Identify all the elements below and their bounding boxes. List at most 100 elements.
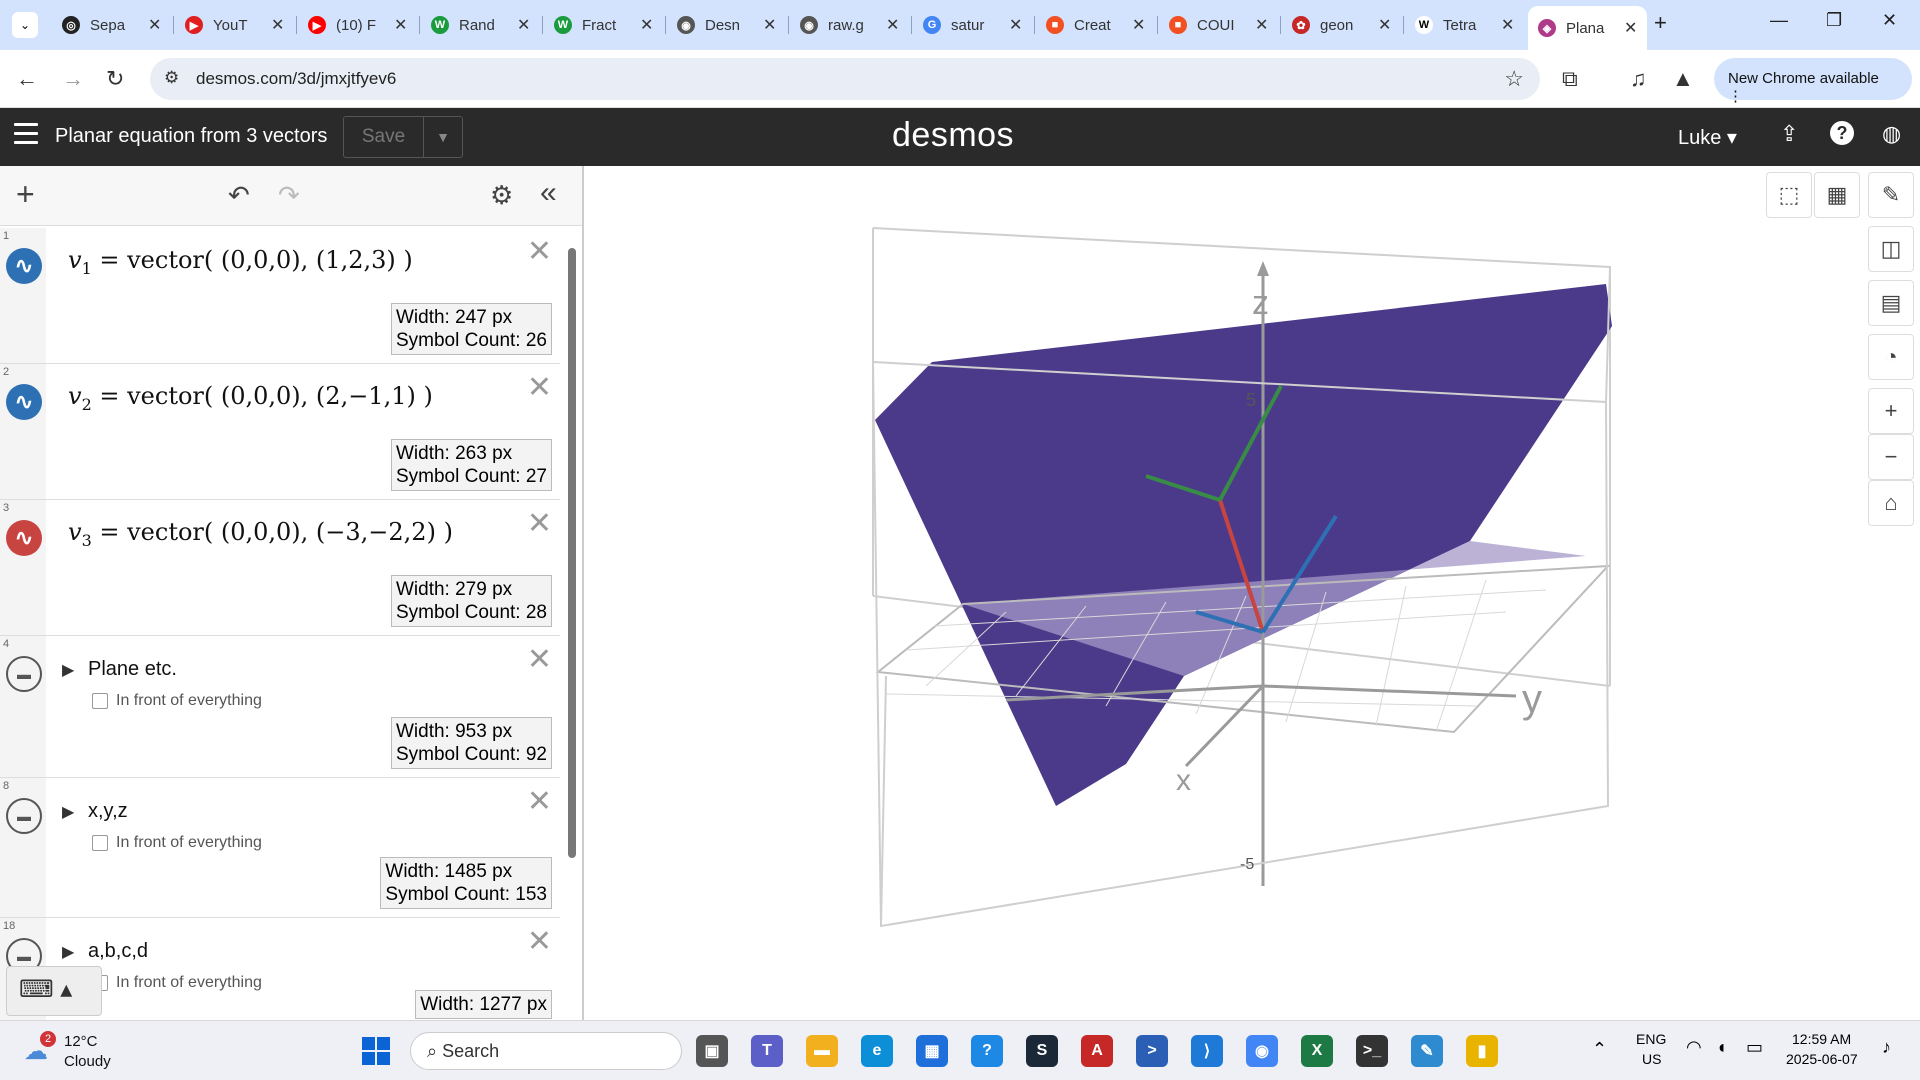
folder-item[interactable]: 8 ▬ ▶ x,y,z In front of everything ✕ Width: 14… — [0, 778, 560, 918]
tab-close-icon[interactable]: ✕ — [1624, 18, 1637, 38]
arch-app-icon[interactable]: A — [1081, 1035, 1113, 1067]
redo-icon[interactable]: ↷ — [278, 180, 300, 211]
delete-expression-icon[interactable]: ✕ — [527, 370, 552, 405]
folder-icon[interactable]: ▬ — [6, 798, 42, 834]
tab-close-icon[interactable]: ✕ — [394, 15, 407, 35]
folder-item[interactable]: 4 ▬ ▶ Plane etc. In front of everything ✕ Widt… — [0, 636, 560, 778]
help-app-icon[interactable]: ? — [971, 1035, 1003, 1067]
browser-tab[interactable]: ■ COUI ✕ — [1159, 8, 1278, 42]
browser-tab[interactable]: ■ Creat ✕ — [1036, 8, 1155, 42]
weather-widget[interactable]: ☁ 2 12°C Cloudy — [20, 1031, 150, 1073]
menu-icon[interactable] — [14, 123, 38, 150]
minimize-icon[interactable]: — — [1770, 10, 1788, 31]
scrollbar-thumb[interactable] — [568, 248, 576, 858]
expression-item[interactable]: 2 ∿ v2 = vector( (0,0,0), (2,−1,1) ) ✕ Width… — [0, 364, 560, 500]
folder-icon[interactable]: ▬ — [6, 656, 42, 692]
start-button[interactable] — [362, 1037, 390, 1065]
browser-tab[interactable]: Gsatur ✕ — [913, 8, 1032, 42]
tab-close-icon[interactable]: ✕ — [763, 15, 776, 35]
notification-icon[interactable]: ♪ — [1882, 1037, 1891, 1058]
task-view-icon[interactable]: ▣ — [696, 1035, 728, 1067]
graph-3d-svg[interactable]: z y x 5 -5 — [586, 166, 1920, 1020]
excel-icon[interactable]: X — [1301, 1035, 1333, 1067]
close-window-icon[interactable]: ✕ — [1882, 10, 1897, 31]
wrench-icon[interactable]: ✎ — [1868, 172, 1914, 218]
power-bi-icon[interactable]: ▮ — [1466, 1035, 1498, 1067]
reload-icon[interactable]: ↻ — [106, 66, 124, 92]
tab-close-icon[interactable]: ✕ — [1009, 15, 1022, 35]
tab-close-icon[interactable]: ✕ — [148, 15, 161, 35]
powershell-icon[interactable]: > — [1136, 1035, 1168, 1067]
graph-color-icon[interactable]: ∿ — [6, 520, 42, 556]
taskbar-search[interactable]: ⌕ Search — [410, 1032, 682, 1070]
tab-close-icon[interactable]: ✕ — [1255, 15, 1268, 35]
browser-tab[interactable]: W Fract ✕ — [544, 8, 663, 42]
profile-icon[interactable]: ▲ — [1672, 66, 1694, 92]
share-icon[interactable]: ⇪ — [1780, 121, 1798, 147]
home-icon[interactable]: ⌂ — [1868, 480, 1914, 526]
projection-3d-icon[interactable]: ⬚ — [1766, 172, 1812, 218]
tab-close-icon[interactable]: ✕ — [1132, 15, 1145, 35]
tab-close-icon[interactable]: ✕ — [1501, 15, 1514, 35]
add-item-icon[interactable]: + — [16, 176, 35, 213]
checkbox-box[interactable] — [92, 693, 108, 709]
expression-scrollbar[interactable] — [566, 232, 578, 1012]
paint-icon[interactable]: ✎ — [1411, 1035, 1443, 1067]
keyboard-toggle-button[interactable]: ⌨ ▴ — [6, 966, 102, 1016]
browser-tab[interactable]: ◉ Desn ✕ — [667, 8, 786, 42]
edge-icon[interactable]: e — [861, 1035, 893, 1067]
zoom-in-icon[interactable]: + — [1868, 388, 1914, 434]
film-icon[interactable]: ▤ — [1868, 280, 1914, 326]
graph-title[interactable]: Planar equation from 3 vectors — [55, 125, 327, 148]
browser-tab[interactable]: ◎ Sepa ✕ — [52, 8, 171, 42]
graph-color-icon[interactable]: ∿ — [6, 248, 42, 284]
browser-tab[interactable]: ✿ geon ✕ — [1282, 8, 1401, 42]
browser-tab[interactable]: ▶ (10) F ✕ — [298, 8, 417, 42]
pie-chart-icon[interactable]: ◔ — [1868, 334, 1914, 380]
browser-tab[interactable]: ▶ YouT ✕ — [175, 8, 294, 42]
save-dropdown-icon[interactable]: ▼ — [424, 117, 462, 157]
expression-latex[interactable]: v3 = vector( (0,0,0), (−3,−2,2) ) — [68, 518, 453, 550]
expand-triangle-icon[interactable]: ▶ — [62, 660, 74, 680]
folder-title[interactable]: x,y,z — [88, 800, 128, 823]
back-icon[interactable]: ← — [16, 66, 38, 92]
bookmark-star-icon[interactable]: ☆ — [1504, 66, 1524, 92]
language-code[interactable]: ENG — [1636, 1031, 1666, 1047]
tab-close-icon[interactable]: ✕ — [517, 15, 530, 35]
graph-color-icon[interactable]: ∿ — [6, 384, 42, 420]
zoom-out-icon[interactable]: − — [1868, 434, 1914, 480]
grid-view-icon[interactable]: ▦ — [1814, 172, 1860, 218]
user-menu[interactable]: Luke ▾ — [1678, 125, 1737, 150]
tab-search-icon[interactable]: ⌄ — [12, 12, 38, 38]
collapse-panel-icon[interactable]: « — [540, 176, 557, 210]
settings-gear-icon[interactable]: ⚙ — [490, 180, 513, 211]
browser-tab[interactable]: ◉ raw.g ✕ — [790, 8, 909, 42]
extensions-icon[interactable]: ⧉ — [1562, 66, 1578, 92]
expand-triangle-icon[interactable]: ▶ — [62, 802, 74, 822]
graph-3d-canvas[interactable]: z y x 5 -5 ⬚ ▦ ✎ ◫ ▤ ◔ + − ⌂ — [586, 166, 1920, 1020]
tab-close-icon[interactable]: ✕ — [886, 15, 899, 35]
screenshot-icon[interactable]: ◫ — [1868, 226, 1914, 272]
in-front-checkbox[interactable]: In front of everything — [92, 974, 262, 992]
expression-latex[interactable]: v1 = vector( (0,0,0), (1,2,3) ) — [68, 246, 413, 278]
tab-close-icon[interactable]: ✕ — [1378, 15, 1391, 35]
undo-icon[interactable]: ↶ — [228, 180, 250, 211]
expression-item[interactable]: 1 ∿ v1 = vector( (0,0,0), (1,2,3) ) ✕ Width:… — [0, 228, 560, 364]
expand-triangle-icon[interactable]: ▶ — [62, 942, 74, 962]
new-tab-button[interactable]: + — [1654, 10, 1667, 36]
vscode-icon[interactable]: ⟩ — [1191, 1035, 1223, 1067]
volume-icon[interactable]: ◖ — [1716, 1037, 1727, 1058]
media-icon[interactable]: ♫ — [1630, 66, 1647, 92]
delete-expression-icon[interactable]: ✕ — [527, 642, 552, 677]
checkbox-box[interactable] — [92, 835, 108, 851]
terminal-icon[interactable]: >_ — [1356, 1035, 1388, 1067]
new-chrome-available-button[interactable]: New Chrome available ⋮ — [1714, 58, 1912, 105]
in-front-checkbox[interactable]: In front of everything — [92, 692, 262, 710]
file-explorer-icon[interactable]: ▬ — [806, 1035, 838, 1067]
maximize-icon[interactable]: ❐ — [1826, 10, 1842, 31]
tab-close-icon[interactable]: ✕ — [640, 15, 653, 35]
in-front-checkbox[interactable]: In front of everything — [92, 834, 262, 852]
folder-title[interactable]: Plane etc. — [88, 658, 177, 681]
language-globe-icon[interactable]: ◍ — [1882, 121, 1901, 147]
tray-chevron-icon[interactable]: ⌃ — [1592, 1039, 1607, 1060]
